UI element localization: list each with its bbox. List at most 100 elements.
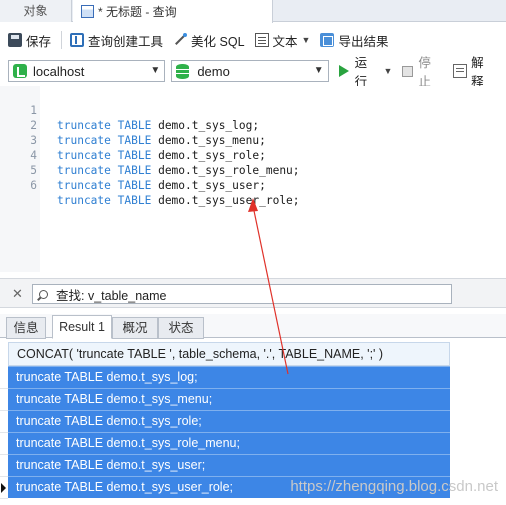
export-results-label: 导出结果 [338, 34, 389, 49]
cell-value: truncate TABLE demo.t_sys_role_menu; [16, 436, 240, 450]
keyword: TABLE [117, 134, 152, 147]
keyword: truncate [57, 119, 111, 132]
find-input-value: 查找: v_table_name [56, 288, 167, 303]
column-header[interactable]: CONCAT( 'truncate TABLE ', table_schema,… [8, 342, 450, 366]
connection-bar: localhost ▼ demo ▼ 运行 ▼ 停止 解释 [0, 56, 506, 89]
text-menu-label: 文本 [272, 34, 298, 49]
watermark: https://zhengqing.blog.csdn.net [290, 478, 498, 495]
code-text: truncate TABLE demo.t_sys_log; [57, 118, 259, 133]
sql-editor[interactable]: 1 truncate TABLE demo.t_sys_log; 2 trunc… [0, 86, 506, 272]
find-input[interactable]: 查找: v_table_name [32, 284, 452, 304]
tab-status[interactable]: 状态 [158, 317, 204, 339]
row-marker [0, 389, 8, 411]
keyword: truncate [57, 179, 111, 192]
run-button[interactable]: 运行 ▼ [338, 52, 392, 90]
beautify-sql-button[interactable]: 美化 SQL [173, 29, 245, 51]
keyword: TABLE [117, 194, 152, 207]
row-marker [0, 433, 8, 455]
save-icon [8, 33, 22, 47]
cell-value: truncate TABLE demo.t_sys_user; [16, 458, 206, 472]
query-table-icon [81, 5, 94, 18]
code-line: 4 truncate TABLE demo.t_sys_role_menu; [0, 133, 299, 177]
table-ref: demo.t_sys_role; [158, 149, 266, 162]
stop-button[interactable]: 停止 [402, 52, 443, 90]
table-row[interactable]: truncate TABLE demo.t_sys_role_menu; [0, 432, 450, 455]
table-ref: demo.t_sys_user; [158, 179, 266, 192]
query-toolbar: 保存 查询创建工具 美化 SQL 文本 ▼ 导出结果 [0, 28, 506, 52]
keyword: truncate [57, 149, 111, 162]
code-line: 3 truncate TABLE demo.t_sys_role; [0, 118, 266, 162]
keyword: TABLE [117, 164, 152, 177]
query-builder-icon [70, 33, 85, 47]
result-tab-bar: 信息 Result 1 概况 状态 [0, 314, 506, 339]
cell-value: truncate TABLE demo.t_sys_role; [16, 414, 202, 428]
query-builder-button[interactable]: 查询创建工具 [70, 29, 163, 51]
chevron-down-icon[interactable]: ▼ [383, 66, 392, 76]
table-row[interactable]: truncate TABLE demo.t_sys_menu; [0, 388, 450, 411]
tab-result-1[interactable]: Result 1 [52, 315, 112, 339]
table-row[interactable]: truncate TABLE demo.t_sys_role; [0, 410, 450, 433]
keyword: TABLE [117, 119, 152, 132]
save-button[interactable]: 保存 [8, 29, 51, 51]
export-icon [320, 33, 335, 47]
code-line: 2 truncate TABLE demo.t_sys_menu; [0, 103, 266, 147]
keyword: truncate [57, 164, 111, 177]
explain-icon [453, 64, 468, 78]
document-tab-bar: 对象 * 无标题 - 查询 [0, 0, 506, 23]
connection-value: localhost [33, 63, 85, 79]
result-grid: CONCAT( 'truncate TABLE ', table_schema,… [0, 342, 450, 499]
code-text: truncate TABLE demo.t_sys_role_menu; [57, 163, 300, 178]
connection-icon [13, 64, 27, 78]
stop-label: 停止 [418, 56, 431, 89]
cell-value: truncate TABLE demo.t_sys_user_role; [16, 480, 234, 494]
table-row[interactable]: truncate TABLE demo.t_sys_user; [0, 454, 450, 477]
keyword: truncate [57, 134, 111, 147]
toolbar-divider [61, 31, 63, 49]
tab-objects[interactable]: 对象 [0, 0, 72, 22]
database-icon [176, 63, 190, 79]
keyword: truncate [57, 194, 111, 207]
chevron-down-icon: ▼ [301, 35, 311, 45]
explain-button[interactable]: 解释 [453, 52, 496, 90]
text-menu-button[interactable]: 文本 ▼ [254, 29, 311, 51]
code-text: truncate TABLE demo.t_sys_menu; [57, 133, 266, 148]
explain-label: 解释 [471, 56, 484, 89]
chevron-down-icon: ▼ [313, 65, 324, 76]
stop-icon [402, 65, 414, 77]
connection-select[interactable]: localhost ▼ [8, 60, 166, 82]
keyword: TABLE [117, 179, 152, 192]
beautify-sql-label: 美化 SQL [191, 34, 245, 49]
table-row[interactable]: truncate TABLE demo.t_sys_log; [0, 366, 450, 389]
document-text-icon [254, 33, 269, 47]
row-marker [0, 411, 8, 433]
tab-untitled-query-label: * 无标题 - 查询 [98, 4, 177, 19]
tab-info[interactable]: 信息 [6, 317, 46, 339]
code-line: 6 truncate TABLE demo.t_sys_user_role; [0, 163, 299, 207]
tab-untitled-query[interactable]: * 无标题 - 查询 [73, 0, 273, 23]
cell-value: truncate TABLE demo.t_sys_menu; [16, 392, 213, 406]
tab-profile[interactable]: 概况 [112, 317, 158, 339]
table-ref: demo.t_sys_role_menu; [158, 164, 300, 177]
close-icon[interactable]: ✕ [12, 286, 23, 302]
play-icon [338, 65, 349, 77]
table-ref: demo.t_sys_menu; [158, 134, 266, 147]
chevron-down-icon: ▼ [150, 65, 161, 76]
code-line: 1 truncate TABLE demo.t_sys_log; [0, 88, 259, 132]
export-results-button[interactable]: 导出结果 [320, 29, 388, 51]
magic-wand-icon [173, 33, 188, 47]
row-marker [0, 455, 8, 477]
line-number: 6 [30, 179, 37, 192]
code-text: truncate TABLE demo.t_sys_role; [57, 148, 266, 163]
search-icon [39, 289, 48, 299]
code-text: truncate TABLE demo.t_sys_user; [57, 178, 266, 193]
run-label: 运行 [354, 56, 368, 89]
find-bar: ✕ 查找: v_table_name [0, 278, 506, 308]
current-row-arrow-icon [0, 477, 8, 499]
database-select[interactable]: demo ▼ [171, 60, 329, 82]
cell-value: truncate TABLE demo.t_sys_log; [16, 370, 198, 384]
database-value: demo [197, 63, 230, 79]
code-text: truncate TABLE demo.t_sys_user_role; [57, 193, 300, 208]
table-ref: demo.t_sys_log; [158, 119, 260, 132]
table-ref: demo.t_sys_user_role; [158, 194, 300, 207]
keyword: TABLE [117, 149, 152, 162]
